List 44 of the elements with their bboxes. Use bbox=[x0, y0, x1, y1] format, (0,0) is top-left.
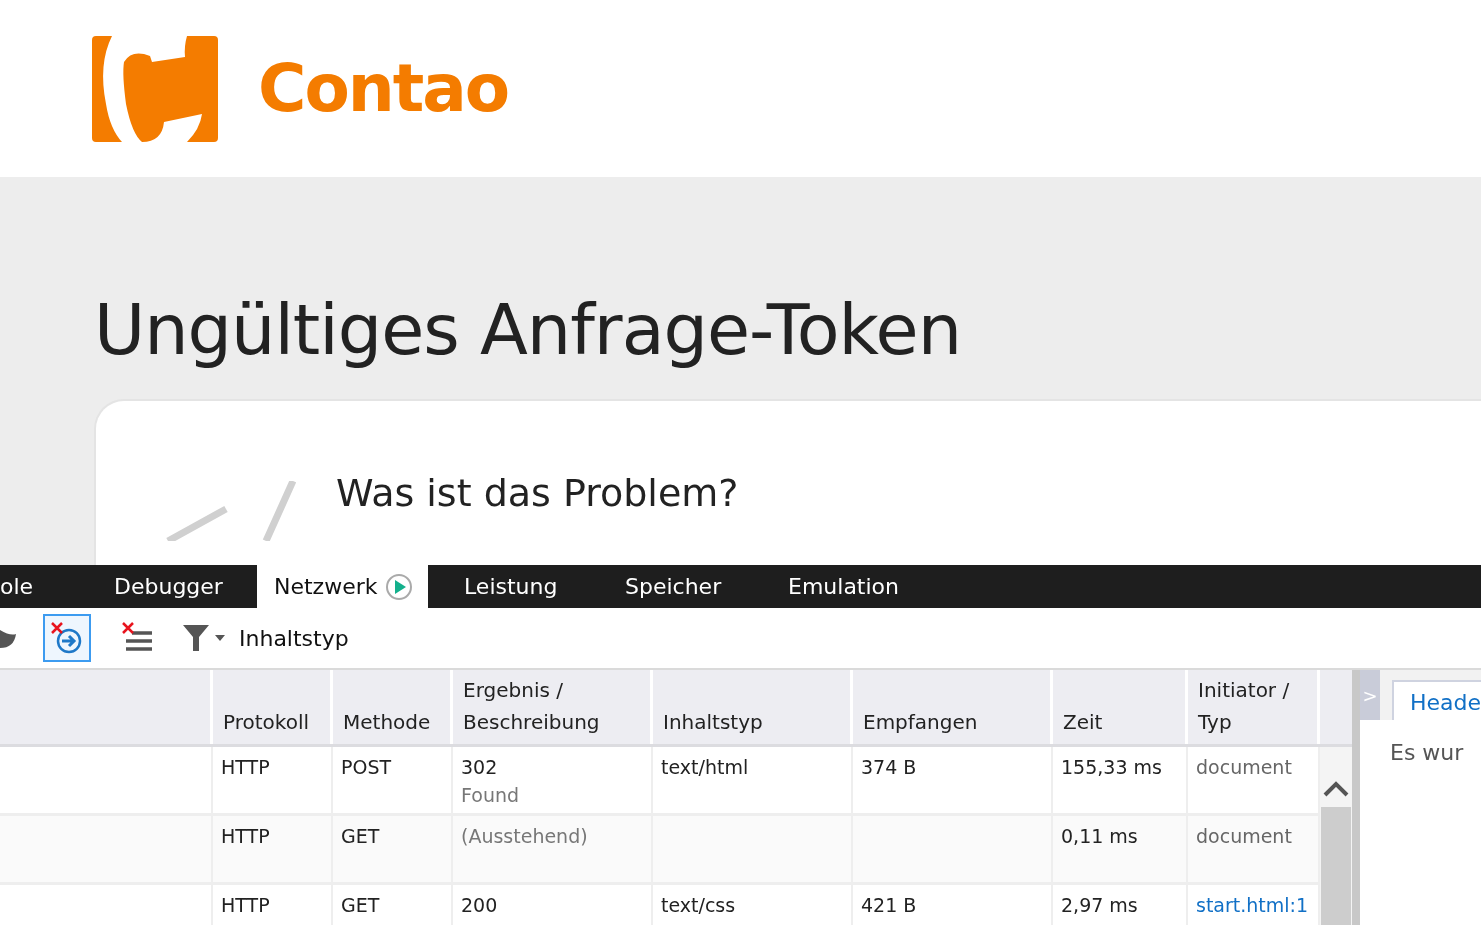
devtools-tab[interactable]: ole bbox=[0, 565, 78, 608]
devtools-tab[interactable]: Speicher bbox=[589, 565, 752, 608]
play-icon bbox=[385, 572, 414, 601]
table-cell-text: (Ausstehend) bbox=[461, 824, 589, 849]
column-header[interactable]: Protokoll bbox=[213, 670, 333, 744]
headers-tab[interactable]: Heade bbox=[1391, 680, 1481, 720]
column-header[interactable]: Methode bbox=[333, 670, 453, 744]
filter-label: Inhaltstyp bbox=[239, 625, 349, 651]
column-header[interactable]: Ergebnis / Beschreibung bbox=[453, 670, 653, 744]
column-header[interactable]: Zeit bbox=[1053, 670, 1188, 744]
scrollbar-thumb[interactable] bbox=[1321, 807, 1351, 925]
table-cell-text: HTTP bbox=[221, 755, 271, 780]
panel-text: Es wur bbox=[1390, 740, 1465, 765]
table-cell-text: HTTP bbox=[221, 824, 271, 849]
table-cell-text: text/html bbox=[661, 755, 750, 780]
column-header[interactable]: Inhaltstyp bbox=[653, 670, 853, 744]
table-cell-text: POST bbox=[341, 755, 393, 780]
logo-icon bbox=[92, 33, 218, 144]
card-title: Was ist das Problem? bbox=[336, 471, 739, 517]
table-cell-text: 374 B bbox=[861, 755, 918, 780]
table-cell-text: HTTP bbox=[221, 893, 271, 918]
devtools-tab[interactable]: Emulation bbox=[752, 565, 932, 608]
filter-icon[interactable] bbox=[183, 623, 227, 653]
devtools-tab[interactable]: Debugger bbox=[78, 565, 257, 608]
table-cell-text: 155,33 ms bbox=[1061, 755, 1163, 780]
initiator-link[interactable]: start.html:1 bbox=[1196, 891, 1310, 919]
logo-text: Contao bbox=[258, 50, 509, 127]
table-cell-text: document bbox=[1196, 755, 1293, 780]
table-cell-text: Found bbox=[461, 783, 521, 808]
table-cell-text: 2,97 ms bbox=[1061, 893, 1139, 918]
table-cell-text: document bbox=[1196, 824, 1293, 849]
column-header[interactable]: Initiator / Typ bbox=[1188, 670, 1320, 744]
table-cell-text: 302 bbox=[461, 755, 499, 780]
clear-on-navigate-button[interactable] bbox=[43, 614, 91, 662]
table-cell-text: GET bbox=[341, 824, 381, 849]
table-cell-text: 200 bbox=[461, 893, 499, 918]
table-cell-text: text/css bbox=[661, 893, 737, 918]
devtools-tab[interactable]: Leistung bbox=[428, 565, 589, 608]
table-cell-text: GET bbox=[341, 893, 381, 918]
devtools-tab[interactable]: Netzwerk bbox=[257, 565, 428, 608]
table-cell-text: 0,11 ms bbox=[1061, 824, 1139, 849]
scroll-up-icon[interactable] bbox=[1323, 779, 1349, 799]
table-cell-text: 421 B bbox=[861, 893, 918, 918]
column-header[interactable]: Empfangen bbox=[853, 670, 1053, 744]
